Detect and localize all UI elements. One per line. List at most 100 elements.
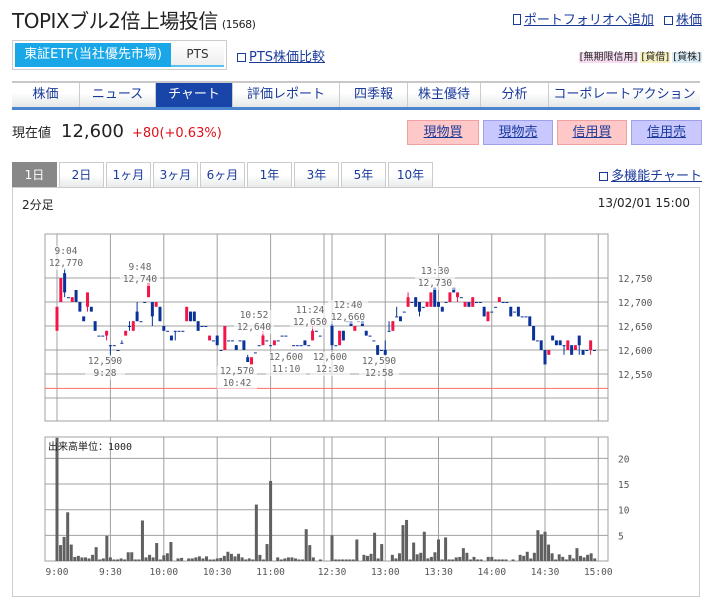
candle-down bbox=[421, 306, 425, 308]
candle-down bbox=[89, 306, 93, 312]
volume-bar bbox=[433, 552, 437, 561]
candle-down bbox=[181, 330, 185, 332]
candle-down bbox=[433, 287, 437, 307]
volume-bar bbox=[123, 559, 127, 561]
volume-bar bbox=[276, 557, 280, 561]
volume-bar bbox=[426, 558, 430, 561]
candle-up bbox=[429, 292, 433, 307]
candle-down bbox=[303, 340, 307, 346]
candle-down bbox=[299, 345, 303, 347]
volume-bar bbox=[401, 525, 405, 561]
volume-bar bbox=[440, 559, 444, 561]
candle-down bbox=[364, 330, 368, 336]
candle-up bbox=[547, 350, 551, 355]
candle-down bbox=[585, 350, 589, 351]
volume-bar bbox=[405, 519, 409, 561]
candle-down bbox=[246, 357, 250, 362]
volume-bar bbox=[500, 559, 504, 561]
annotation-time: 9:28 bbox=[93, 368, 117, 379]
volume-bar bbox=[311, 557, 315, 561]
volume-bar bbox=[397, 553, 401, 561]
candle-down bbox=[307, 345, 311, 347]
volume-bar bbox=[575, 548, 579, 561]
candle-down bbox=[581, 350, 585, 355]
candle-down bbox=[295, 345, 299, 347]
volume-bar bbox=[137, 559, 141, 561]
candle-down bbox=[475, 302, 479, 303]
volume-bar bbox=[162, 555, 166, 561]
volume-bar bbox=[212, 559, 216, 561]
candle-down bbox=[150, 302, 154, 317]
annotation-time: 12:30 bbox=[315, 364, 345, 375]
candle-down bbox=[341, 330, 345, 341]
volume-bar bbox=[112, 559, 116, 561]
annotation-time: 11:10 bbox=[271, 364, 301, 375]
candle-down bbox=[379, 350, 383, 351]
candle-down bbox=[196, 321, 200, 331]
price-annotation: 12,600 11:10 bbox=[266, 352, 306, 376]
candle-up bbox=[338, 330, 342, 346]
volume-bar bbox=[265, 544, 269, 561]
volume-bar bbox=[144, 557, 148, 561]
volume-bar bbox=[55, 437, 59, 561]
volume-bar bbox=[80, 557, 84, 561]
candle-down bbox=[330, 326, 334, 346]
volume-bar bbox=[237, 553, 241, 561]
volume-bar bbox=[229, 553, 233, 561]
time-axis-label: 14:00 bbox=[477, 567, 506, 578]
price-annotation: 10:52 12,640 bbox=[234, 310, 274, 334]
candle-up bbox=[406, 297, 410, 307]
candle-down bbox=[158, 306, 162, 322]
candle-down bbox=[291, 345, 295, 347]
candle-down bbox=[570, 345, 574, 355]
candle-up bbox=[250, 357, 254, 365]
volume-bar bbox=[290, 557, 294, 561]
volume-bar bbox=[351, 559, 355, 561]
volume-ytick-label: 15 bbox=[618, 480, 629, 491]
candle-down bbox=[535, 340, 539, 342]
candle-down bbox=[101, 335, 105, 337]
candle-down bbox=[532, 326, 536, 341]
volume-bar bbox=[297, 559, 301, 561]
volume-bar bbox=[465, 552, 469, 561]
candle-down bbox=[242, 340, 246, 350]
volume-bar bbox=[244, 559, 248, 561]
volume-bar bbox=[376, 558, 380, 561]
candle-down bbox=[78, 302, 82, 312]
candle-down bbox=[227, 340, 231, 342]
volume-bar bbox=[169, 542, 173, 561]
volume-ytick-label: 20 bbox=[618, 454, 630, 465]
candle-up bbox=[311, 330, 315, 341]
volume-bar bbox=[208, 559, 212, 561]
volume-bar bbox=[176, 558, 180, 561]
price-annotation: 11:24 12,650 bbox=[290, 305, 330, 329]
price-annotation: 12,590 9:28 bbox=[85, 356, 125, 380]
candle-down bbox=[82, 316, 86, 322]
volume-bar bbox=[348, 559, 352, 561]
volume-bar bbox=[366, 555, 369, 561]
candle-down bbox=[520, 316, 524, 318]
price-annotation: 9:48 12,740 bbox=[120, 262, 160, 286]
price-ytick-label: 12,550 bbox=[618, 370, 653, 381]
candle-down bbox=[440, 306, 444, 312]
candle-up bbox=[463, 302, 467, 307]
volume-ytick-label: 5 bbox=[618, 531, 624, 542]
candle-down bbox=[482, 306, 486, 317]
time-axis-label: 9:30 bbox=[99, 567, 122, 578]
candle-up bbox=[566, 340, 570, 350]
candle-down bbox=[444, 302, 448, 303]
volume-bar bbox=[522, 555, 526, 561]
price-ytick-label: 12,650 bbox=[618, 322, 653, 333]
candle-down bbox=[230, 340, 234, 342]
candle-down bbox=[166, 330, 170, 332]
time-axis-label: 10:30 bbox=[203, 567, 232, 578]
volume-bar bbox=[140, 520, 144, 561]
volume-bar bbox=[525, 551, 529, 561]
time-axis-label: 14:30 bbox=[531, 567, 560, 578]
volume-bar bbox=[554, 559, 558, 561]
candle-down bbox=[592, 350, 596, 351]
volume-bar bbox=[369, 553, 373, 561]
volume-bar bbox=[201, 558, 205, 561]
volume-bar bbox=[148, 554, 152, 561]
price-annotation: 12,590 12:58 bbox=[359, 356, 399, 380]
